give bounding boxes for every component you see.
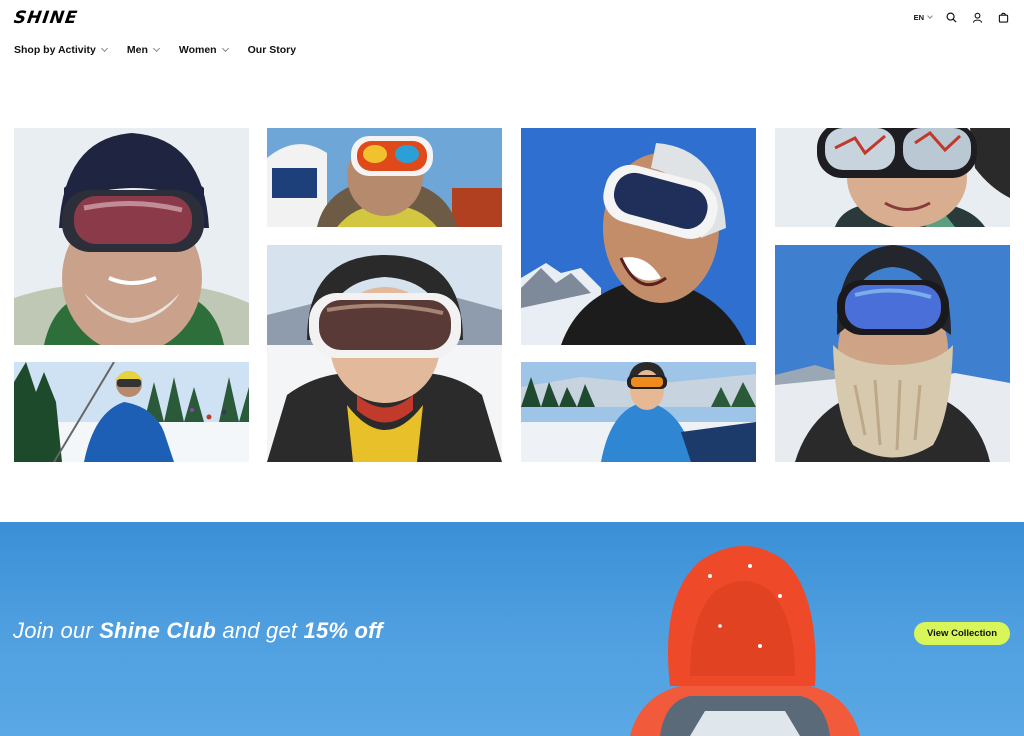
nav-label: Shop by Activity [14,44,96,56]
chevron-down-icon [152,44,160,53]
gallery-photo[interactable] [267,128,502,227]
brand-logo[interactable]: SHINE [13,8,79,28]
nav-our-story[interactable]: Our Story [248,44,296,56]
language-label: EN [913,12,924,22]
gallery-photo[interactable] [14,362,249,462]
search-icon[interactable] [944,10,958,24]
user-icon[interactable] [970,10,984,24]
promo-text-middle: and get [216,618,304,643]
view-collection-button[interactable]: View Collection [914,622,1010,645]
bag-icon[interactable] [996,10,1010,24]
nav-label: Men [126,44,148,56]
chevron-down-icon [100,44,108,53]
nav-women[interactable]: Women [178,44,229,56]
promo-brand-name: Shine Club [99,618,217,643]
gallery-photo[interactable] [775,245,1010,462]
gallery-photo[interactable] [521,362,756,462]
gallery-photo[interactable] [14,128,249,345]
language-selector[interactable]: EN [913,12,933,22]
gallery-photo[interactable] [775,128,1010,227]
chevron-down-icon [927,13,933,19]
main-nav: Shop by Activity Men Women Our Story [14,44,316,56]
gallery-photo[interactable] [521,128,756,345]
nav-shop-by-activity[interactable]: Shop by Activity [14,44,108,56]
promo-text-prefix: Join our [13,618,100,643]
nav-label: Women [178,44,217,56]
promo-offer: 15% off [303,618,383,643]
nav-label: Our Story [247,44,297,56]
chevron-down-icon [221,44,229,53]
promo-banner: Join our Shine Club and get 15% off View… [0,522,1024,736]
promo-headline: Join our Shine Club and get 15% off [13,618,383,644]
promo-image-skier-red-hood [630,546,860,736]
nav-men[interactable]: Men [126,44,160,56]
header-tools: EN [914,10,1010,24]
gallery-photo[interactable] [267,245,502,462]
site-header: SHINE Shop by Activity Men Women Our Sto… [0,0,1024,70]
